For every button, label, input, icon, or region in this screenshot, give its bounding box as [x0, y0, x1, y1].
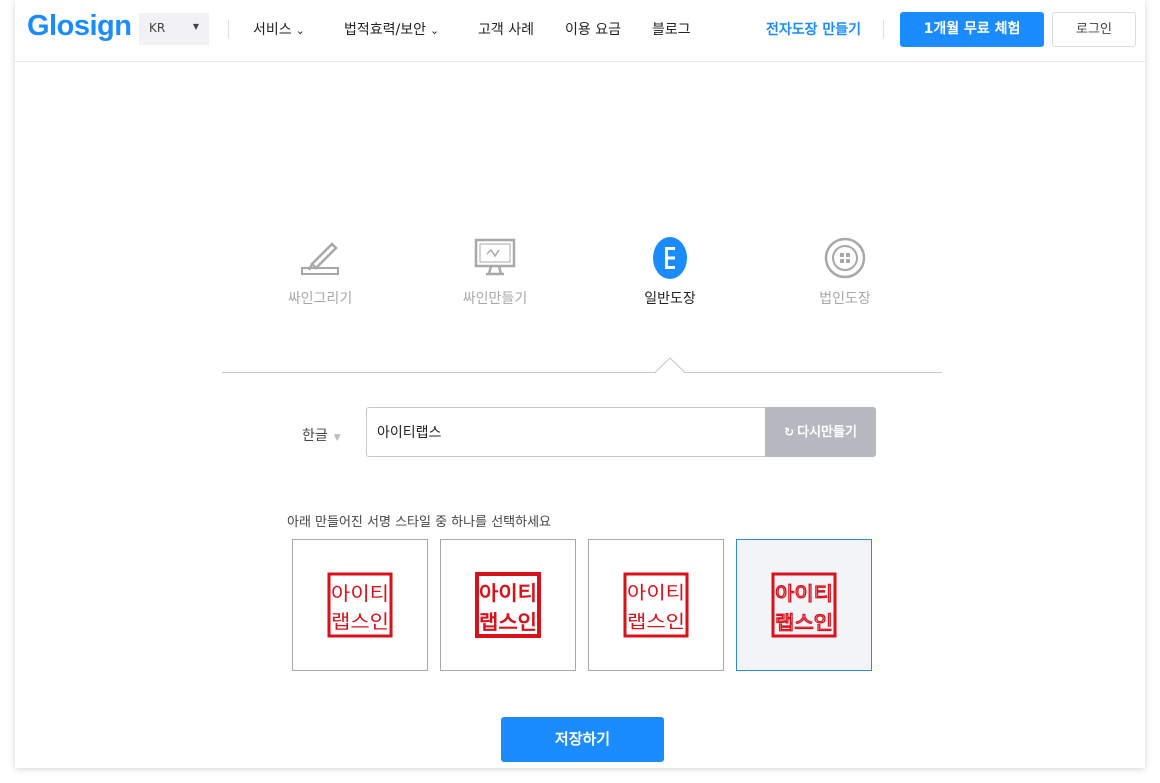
nav-label: 고객 사례 — [478, 22, 534, 38]
nav-label: 이용 요금 — [565, 22, 621, 38]
script-value: 한글 — [302, 428, 328, 444]
monitor-sign-icon — [474, 238, 516, 276]
nav-services[interactable]: 서비스 ⌄ — [253, 19, 305, 39]
nav-pricing[interactable]: 이용 요금 — [565, 19, 621, 39]
nav-blog[interactable]: 블로그 — [652, 19, 691, 39]
login-button[interactable]: 로그인 — [1052, 12, 1136, 47]
chevron-down-icon: ⌄ — [295, 24, 305, 37]
tab-label: 일반도장 — [644, 291, 696, 307]
svg-text:랩스인: 랩스인 — [479, 610, 537, 634]
stamp-style-option-1[interactable]: 아이티 랩스인 — [292, 539, 428, 671]
script-select[interactable]: 한글 ▼ — [302, 425, 341, 445]
stamp-name-input[interactable] — [366, 407, 766, 457]
stamp-style-option-4[interactable]: 아이티 랩스인 — [736, 539, 872, 671]
app-frame: Glosign KR ▼ 서비스 ⌄ 법적효력/보안 ⌄ 고객 사례 이용 요금 블… — [15, 0, 1145, 768]
language-select[interactable]: KR ▼ — [139, 13, 209, 45]
caret-down-icon: ▼ — [192, 22, 199, 31]
caret-down-icon: ▼ — [333, 433, 341, 443]
pen-draw-icon — [301, 242, 339, 275]
corporate-seal-icon — [824, 237, 866, 279]
nav-customer-cases[interactable]: 고객 사례 — [478, 19, 534, 39]
stamp-preview: 아이티 랩스인 — [771, 572, 837, 638]
svg-text:랩스인: 랩스인 — [331, 611, 389, 633]
save-button[interactable]: 저장하기 — [501, 717, 664, 762]
divider — [228, 20, 229, 38]
make-stamp-link[interactable]: 전자도장 만들기 — [766, 19, 861, 39]
chevron-down-icon: ⌄ — [430, 24, 440, 37]
stamp-style-option-2[interactable]: 아이티 랩스인 — [440, 539, 576, 671]
tab-general-stamp[interactable]: 일반도장 — [610, 236, 730, 308]
tab-label: 싸인만들기 — [462, 291, 528, 307]
svg-text:랩스인: 랩스인 — [775, 612, 833, 634]
free-trial-button[interactable]: 1개월 무료 체험 — [900, 12, 1044, 47]
stamp-style-option-3[interactable]: 아이티 랩스인 — [588, 539, 724, 671]
svg-text:아이티: 아이티 — [627, 583, 685, 604]
svg-text:아이티: 아이티 — [775, 583, 833, 605]
tab-make-sign[interactable]: 싸인만들기 — [435, 236, 555, 308]
regenerate-button[interactable]: ↻ 다시만들기 — [765, 407, 876, 457]
stamp-preview: 아이티 랩스인 — [623, 572, 689, 638]
tab-label: 법인도장 — [819, 291, 871, 307]
site-header: Glosign KR ▼ 서비스 ⌄ 법적효력/보안 ⌄ 고객 사례 이용 요금 블… — [15, 0, 1145, 62]
glosign-logo[interactable]: Glosign — [27, 10, 132, 43]
nav-legal-security[interactable]: 법적효력/보안 ⌄ — [344, 19, 439, 39]
svg-text:아이티: 아이티 — [331, 583, 389, 605]
stamp-preview: 아이티 랩스인 — [327, 572, 393, 638]
stamp-icon — [653, 237, 687, 279]
stamp-preview: 아이티 랩스인 — [475, 572, 541, 638]
tab-indicator-notch — [655, 357, 685, 373]
nav-label: 블로그 — [652, 22, 691, 38]
nav-label: 법적효력/보안 — [344, 22, 426, 38]
instruction-text: 아래 만들어진 서명 스타일 중 하나를 선택하세요 — [287, 515, 551, 530]
divider — [883, 20, 884, 38]
nav-label: 서비스 — [253, 22, 292, 38]
tab-corporate-stamp[interactable]: 법인도장 — [785, 236, 905, 308]
tab-label: 싸인그리기 — [287, 291, 353, 307]
svg-text:아이티: 아이티 — [479, 581, 537, 605]
tab-draw-sign[interactable]: 싸인그리기 — [260, 236, 380, 308]
svg-text:랩스인: 랩스인 — [627, 612, 685, 633]
language-value: KR — [149, 21, 166, 35]
regenerate-label: 다시만들기 — [797, 425, 857, 440]
tab-underline — [222, 372, 942, 373]
refresh-icon: ↻ — [784, 425, 795, 439]
